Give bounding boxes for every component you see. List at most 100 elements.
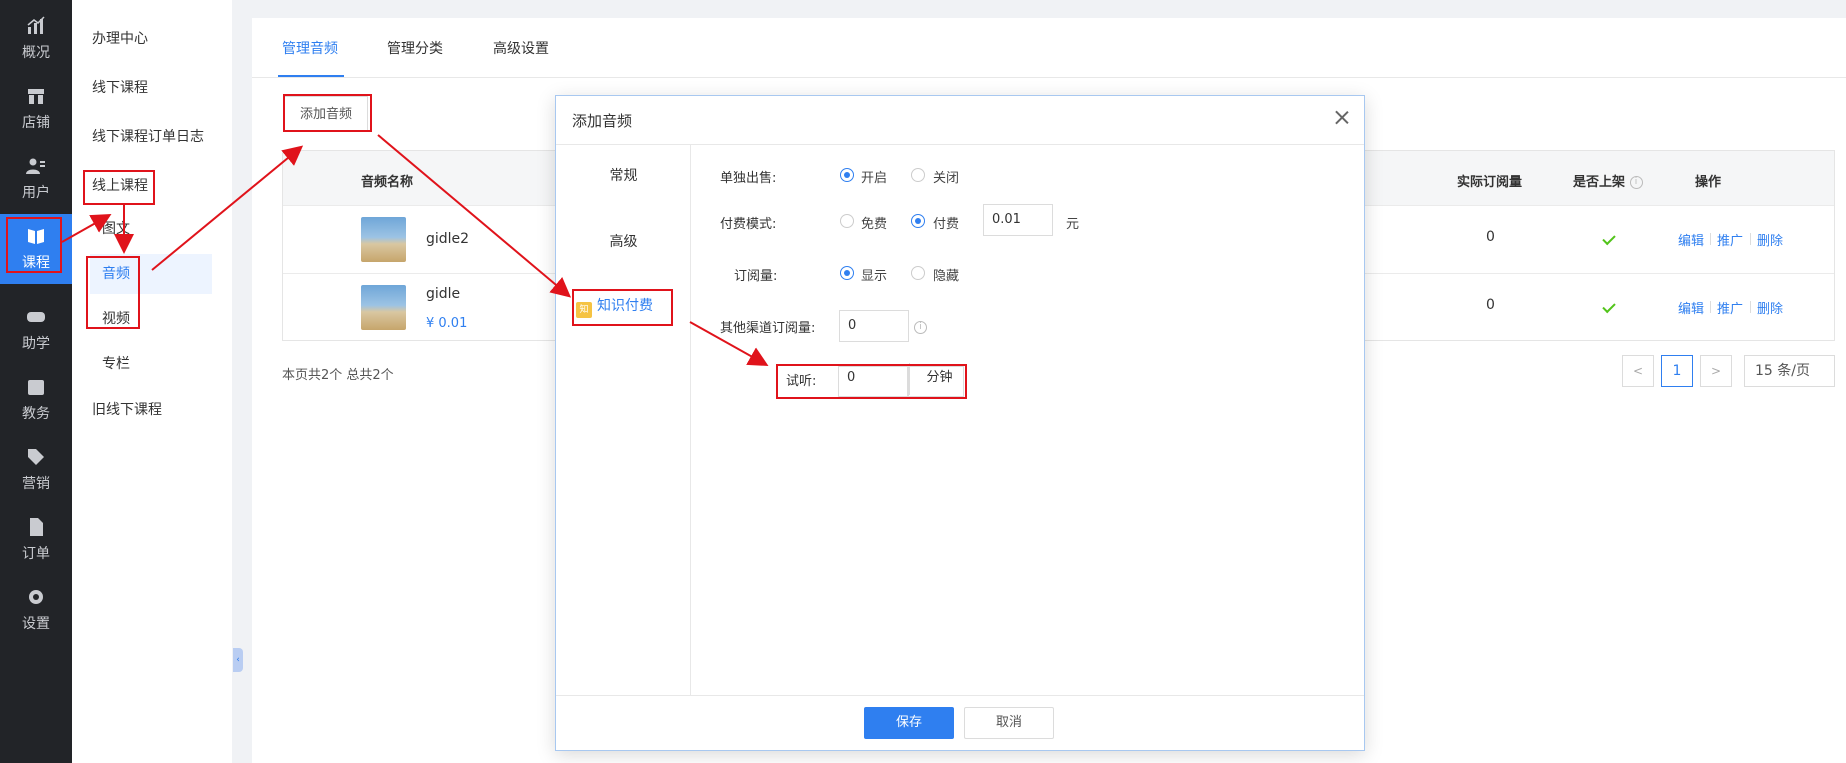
promote-link[interactable]: 推广 [1717,230,1743,249]
modal-nav: 常规 高级 知知识付费 [556,145,691,696]
audio-name[interactable]: gidle [426,286,460,302]
store-icon [28,89,44,104]
delete-link[interactable]: 删除 [1757,230,1783,249]
check-icon [1602,299,1616,314]
pay-mode-label: 付费模式: [720,217,777,232]
nav-item-marketing[interactable]: 营销 [0,435,72,505]
sidebar-item-offline[interactable]: 线下课程 [92,68,148,108]
tag-icon [28,449,44,465]
page-number[interactable]: 1 [1661,355,1693,387]
radio-label: 显示 [861,269,888,284]
tab-underline [278,75,344,77]
modal-footer: 保存 取消 [556,695,1364,750]
add-audio-button[interactable]: 添加音频 [284,96,368,132]
radio-sell-on[interactable] [840,168,854,182]
trial-label: 试听: [786,374,817,389]
document-icon [30,518,43,536]
radio-show[interactable] [840,266,854,280]
nav-item-study[interactable]: 助学 [0,295,72,365]
sidebar-item-online[interactable]: 线上课程 [92,166,148,206]
modal-tab-advanced[interactable]: 高级 [556,231,691,251]
divider [1750,233,1751,245]
gear-icon [29,590,43,604]
nav-label: 设置 [22,616,50,632]
page-size-select[interactable]: 15 条/页 [1744,355,1835,387]
nav-label: 营销 [22,476,50,492]
calendar-icon [28,380,44,395]
audio-cover-image [361,217,406,262]
radio-hide[interactable] [911,266,925,280]
radio-paid[interactable] [911,214,925,228]
other-channel-input[interactable]: 0 [839,310,909,342]
sidebar-collapse-handle[interactable]: ‹ [233,648,243,672]
divider [1710,233,1711,245]
order-count: 0 [1486,229,1495,245]
nav-item-users[interactable]: 用户 [0,144,72,214]
promote-link[interactable]: 推广 [1717,298,1743,317]
sell-alone-label: 单独出售: [720,171,777,186]
secondary-sidebar: 办理中心 线下课程 线下课程订单日志 线上课程 图文 音频 视频 专栏 旧线下课… [72,0,285,763]
nav-item-orders[interactable]: 订单 [0,505,72,575]
price-input[interactable]: 0.01 [983,204,1053,236]
tab-manage-category[interactable]: 管理分类 [387,38,443,58]
nav-item-academic[interactable]: 教务 [0,365,72,435]
modal-tab-label: 知识付费 [597,298,653,314]
info-icon[interactable]: i [1629,176,1643,189]
divider [1750,301,1751,313]
add-audio-modal: 添加音频 常规 高级 知知识付费 单独出售: 开启 关闭 付费模式: 免费 付费… [555,95,1365,751]
nav-label: 店铺 [22,115,50,131]
modal-tab-general[interactable]: 常规 [556,165,691,185]
nav-label: 助学 [22,336,50,352]
info-icon[interactable]: i [914,321,927,334]
radio-free[interactable] [840,214,854,228]
book-icon [28,229,44,244]
sidebar-item-offline-log[interactable]: 线下课程订单日志 [92,117,204,157]
nav-label: 课程 [22,255,50,271]
tab-bar: 管理音频 管理分类 高级设置 [252,18,1846,78]
tab-advanced-settings[interactable]: 高级设置 [493,38,549,58]
sidebar-sub-video[interactable]: 视频 [102,299,130,339]
app-root: 概况 店铺 用户 课程 助学 教务 营销 订单 设置 办理中心 线下课程 线下课… [0,0,1846,763]
page-summary: 本页共2个 总共2个 [282,368,394,383]
trial-input-frame [838,366,908,397]
modal-title: 添加音频 [572,112,633,130]
next-page-button[interactable]: > [1700,355,1732,387]
audio-price: ¥ 0.01 [426,316,468,331]
nav-item-settings[interactable]: 设置 [0,575,72,645]
nav-item-store[interactable]: 店铺 [0,74,72,144]
nav-item-overview[interactable]: 概况 [0,4,72,74]
delete-link[interactable]: 删除 [1757,298,1783,317]
header-listed-text: 是否上架 [1573,175,1626,190]
cancel-button[interactable]: 取消 [964,707,1054,739]
tab-manage-audio[interactable]: 管理音频 [282,38,338,58]
gamepad-icon [27,312,45,322]
sidebar-item-center[interactable]: 办理中心 [92,19,148,59]
nav-label: 概况 [22,45,50,61]
nav-label: 用户 [22,185,50,201]
radio-label: 免费 [861,217,888,232]
radio-label: 开启 [861,171,888,186]
users-icon [26,158,45,174]
audio-name[interactable]: gidle2 [426,231,469,247]
sidebar-sub-column[interactable]: 专栏 [102,344,130,384]
header-orders: 实际订阅量 [1457,175,1523,190]
radio-label: 隐藏 [933,269,960,284]
primary-nav: 概况 店铺 用户 课程 助学 教务 营销 订单 设置 [0,0,72,763]
modal-tab-knowledge-pay[interactable]: 知知识付费 [572,287,670,325]
modal-header: 添加音频 [556,96,1364,145]
save-button[interactable]: 保存 [864,707,954,739]
sidebar-item-old-offline[interactable]: 旧线下课程 [92,390,162,430]
close-icon[interactable] [1332,108,1352,128]
edit-link[interactable]: 编辑 [1678,298,1704,317]
nav-label: 订单 [22,546,50,562]
edit-link[interactable]: 编辑 [1678,230,1704,249]
subscription-label: 订阅量: [734,269,778,284]
radio-sell-off[interactable] [911,168,925,182]
sidebar-sub-audio[interactable]: 音频 [90,254,212,294]
divider [1710,301,1711,313]
sidebar-sub-text[interactable]: 图文 [102,209,130,249]
header-actions: 操作 [1695,175,1722,190]
nav-item-course[interactable]: 课程 [0,214,72,284]
prev-page-button[interactable]: < [1622,355,1654,387]
nav-label: 教务 [22,406,50,422]
